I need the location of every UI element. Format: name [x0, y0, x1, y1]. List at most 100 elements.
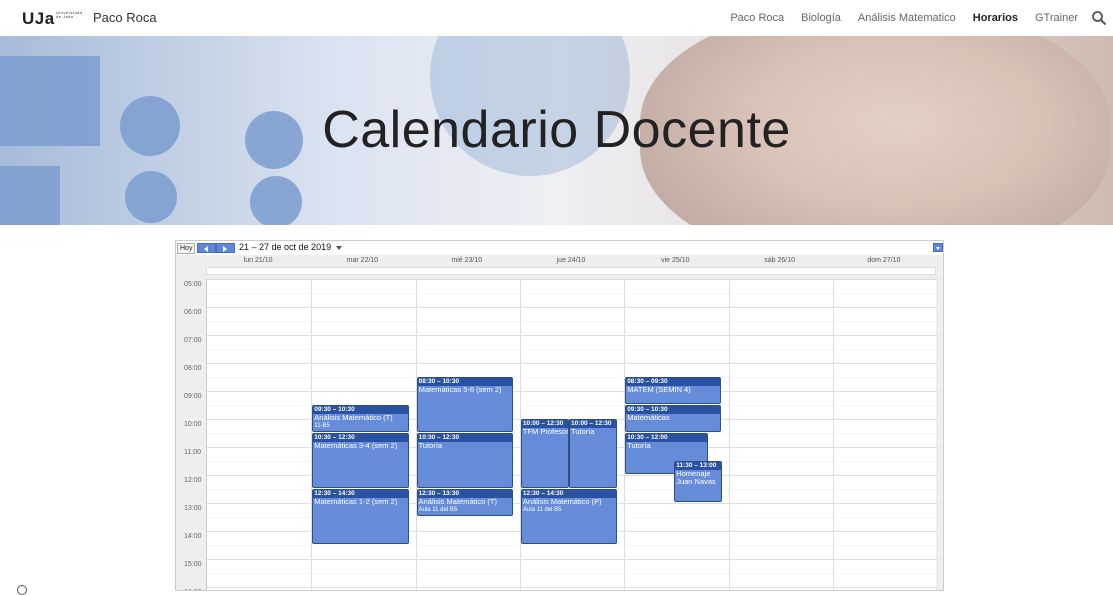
half-hour-line — [207, 377, 937, 378]
chevron-down-icon[interactable] — [336, 246, 342, 250]
hour-line — [207, 559, 937, 560]
hour-label: 11:00 — [184, 449, 201, 456]
nav-item-paco-roca[interactable]: Paco Roca — [730, 12, 784, 24]
hour-label: 07:00 — [184, 337, 202, 344]
hour-line — [207, 587, 937, 588]
event-location: Aula 11 del B5 — [418, 507, 458, 513]
hour-line — [207, 363, 937, 364]
event-time: 12:30 – 13:30 — [417, 490, 512, 498]
event-title: Matemáticas 3-4 (sem 2) — [314, 442, 398, 450]
event-time: 08:30 – 09:30 — [626, 378, 721, 386]
hour-line — [207, 307, 937, 308]
event-time: 12:30 – 14:30 — [521, 490, 617, 498]
calendar-event[interactable]: 10:30 – 12:30 Matemáticas 3-4 (sem 2) — [312, 433, 409, 488]
hour-label: 09:00 — [184, 393, 202, 400]
calendar-event[interactable]: 09:30 – 10:30 Análisis Matemático (T) 11-B… — [312, 405, 409, 432]
hour-label: 13:00 — [184, 505, 202, 512]
all-day-row — [206, 267, 936, 275]
day-header: lun 21/10 — [243, 257, 273, 264]
top-bar: UJa Universidad de Jaén Paco Roca Paco R… — [0, 0, 1113, 36]
hour-label: 05:00 — [184, 281, 202, 288]
event-time: 10:00 – 12:30 — [521, 420, 569, 428]
nav-item-biologia[interactable]: Biología — [801, 12, 841, 24]
hour-line — [207, 335, 937, 336]
site-name[interactable]: Paco Roca — [93, 10, 157, 25]
calendar-event[interactable]: 12:30 – 13:30 Análisis Matemático (T) Aula… — [416, 489, 513, 516]
calendar-event[interactable]: 08:30 – 09:30 MATEM (SEMIN 4) — [625, 377, 722, 404]
event-title: Análisis Matemático (P) — [522, 498, 602, 506]
calendar-event[interactable]: 10:00 – 12:30 TFM Profesor — [520, 419, 570, 488]
info-icon[interactable] — [17, 585, 27, 595]
hour-label: 14:00 — [184, 533, 202, 540]
calendar-event[interactable]: 11:30 – 13:00 Homenaje Juan Navas — [674, 461, 723, 502]
hour-line — [207, 391, 937, 392]
logo-small-text: Universidad de Jaén — [56, 10, 83, 19]
today-button[interactable]: Hoy — [177, 243, 196, 254]
time-grid: 09:30 – 10:30 Análisis Matemático (T) 11-B… — [206, 279, 937, 590]
hour-label: 06:00 — [184, 309, 202, 316]
event-title: Tutoría — [627, 442, 651, 450]
hour-line — [207, 279, 937, 280]
event-title: Matemáticas 1-2 (sem 2) — [314, 498, 398, 506]
event-time: 11:30 – 13:00 — [675, 462, 722, 470]
event-title: Matemáticas — [627, 414, 670, 422]
calendar-toolbar: Hoy 21 – 27 de oct de 2019 — [176, 241, 943, 255]
calendar-event[interactable]: 10:00 – 12:30 Tutoría — [569, 419, 618, 488]
event-title: MATEM (SEMIN 4) — [627, 386, 691, 394]
event-title: Análisis Matemático (T) — [314, 414, 393, 422]
nav-item-gtrainer[interactable]: GTrainer — [1035, 12, 1078, 24]
day-header: dom 27/10 — [867, 257, 901, 264]
calendar-event[interactable]: 09:30 – 10:30 Matemáticas — [625, 405, 722, 432]
half-hour-line — [207, 321, 937, 322]
hour-label: 10:00 — [184, 421, 202, 428]
event-time: 10:30 – 12:30 — [313, 434, 408, 442]
event-title: TFM Profesor — [522, 428, 569, 436]
event-title: Matemáticas 5-6 (sem 2) — [418, 386, 502, 394]
event-location: 11-B5 — [314, 423, 330, 429]
event-time: 09:30 – 10:30 — [626, 406, 721, 414]
calendar-event[interactable]: 10:30 – 12:30 Tutoría — [416, 433, 513, 488]
calendar-menu-button[interactable] — [933, 243, 943, 252]
hour-label: 15:00 — [184, 561, 202, 568]
half-hour-line — [207, 293, 937, 294]
day-column-line — [832, 279, 834, 590]
prev-week-button[interactable] — [197, 243, 216, 253]
day-column-line — [728, 279, 730, 590]
event-location: Aula 11 del B5 — [522, 507, 562, 513]
event-time: 10:30 – 12:30 — [417, 434, 512, 442]
day-header: vie 25/10 — [661, 257, 690, 264]
date-range: 21 – 27 de oct de 2019 — [239, 242, 332, 252]
calendar-widget: Hoy 21 – 27 de oct de 2019 lun 21/10 mar … — [175, 240, 944, 591]
calendar-event[interactable]: 12:30 – 14:30 Matemáticas 1-2 (sem 2) — [312, 489, 409, 544]
half-hour-line — [207, 573, 937, 574]
calendar-event[interactable]: 08:30 – 10:30 Matemáticas 5-6 (sem 2) — [416, 377, 513, 432]
day-header: mar 22/10 — [346, 257, 379, 264]
hero-banner: Calendario Docente — [0, 36, 1113, 225]
event-title: Tutoría — [571, 428, 595, 436]
event-time: 10:00 – 12:30 — [570, 420, 617, 428]
university-logo[interactable]: UJa Universidad de Jaén — [22, 9, 82, 29]
chevron-down-icon — [936, 247, 940, 250]
half-hour-line — [207, 349, 937, 350]
page-title: Calendario Docente — [322, 101, 791, 159]
search-icon[interactable] — [1091, 10, 1107, 26]
event-title: Tutoría — [418, 442, 443, 450]
day-header: sáb 26/10 — [764, 257, 796, 264]
chevron-left-icon — [204, 246, 208, 252]
nav-item-analisis[interactable]: Análisis Matematico — [858, 12, 956, 24]
event-time: 10:30 – 12:00 — [626, 434, 708, 442]
nav-item-horarios[interactable]: Horarios — [973, 12, 1018, 24]
event-time: 08:30 – 10:30 — [417, 378, 512, 386]
half-hour-line — [207, 545, 937, 546]
main-nav: Paco Roca Biología Análisis Matematico H… — [730, 12, 1078, 24]
event-title: Homenaje Juan Navas — [676, 470, 716, 486]
day-header: mié 23/10 — [451, 257, 483, 264]
hour-label: 12:00 — [184, 477, 202, 484]
next-week-button[interactable] — [216, 243, 235, 253]
event-time: 09:30 – 10:30 — [313, 406, 408, 414]
day-header: jue 24/10 — [556, 257, 586, 264]
logo-text: UJa — [22, 9, 55, 28]
event-title: Análisis Matemático (T) — [418, 498, 497, 506]
chevron-right-icon — [223, 246, 227, 252]
calendar-event[interactable]: 12:30 – 14:30 Análisis Matemático (P) Aula… — [520, 489, 618, 544]
